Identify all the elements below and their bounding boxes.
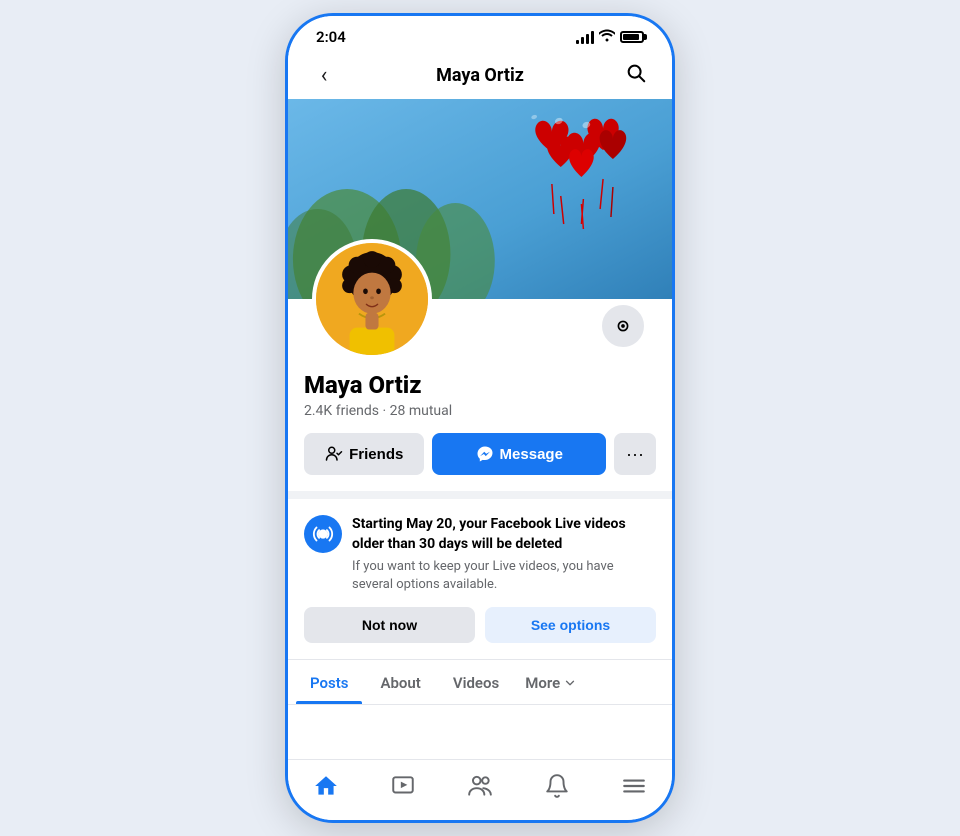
notification-content: Starting May 20, your Facebook Live vide… [352,515,656,595]
nav-notifications[interactable] [531,768,583,804]
nav-menu[interactable] [608,768,660,804]
notification-title: Starting May 20, your Facebook Live vide… [352,515,656,554]
see-options-button[interactable]: See options [485,607,656,643]
nav-home[interactable] [300,768,352,804]
notification-actions: Not now See options [304,607,656,643]
profile-section: Maya Ortiz 2.4K friends · 28 mutual Frie… [288,299,672,491]
nav-watch[interactable] [377,768,429,804]
tab-videos[interactable]: Videos [439,660,513,704]
message-button[interactable]: Message [432,433,606,475]
menu-icon [621,773,647,799]
notification-header: Starting May 20, your Facebook Live vide… [304,515,656,595]
notification-banner: Starting May 20, your Facebook Live vide… [288,499,672,660]
avatar-image [312,239,432,359]
watch-icon [390,773,416,799]
status-time: 2:04 [316,28,346,46]
not-now-button[interactable]: Not now [304,607,475,643]
friends-count: 2.4K [304,403,332,419]
nav-bar: ‹ Maya Ortiz [288,54,672,99]
tab-more[interactable]: More [517,660,585,704]
bottom-nav [288,759,672,820]
status-bar: 2:04 [288,16,672,54]
battery-icon [620,31,644,43]
back-button[interactable]: ‹ [308,63,340,88]
action-buttons: Friends Message ··· [304,433,656,475]
status-icons [576,28,644,46]
phone-frame: 2:04 ‹ Maya Ortiz [285,13,675,823]
friends-button[interactable]: Friends [304,433,424,475]
live-video-icon [304,515,342,553]
bell-icon [544,773,570,799]
search-button[interactable] [620,62,652,89]
add-to-story-btn [600,303,646,349]
section-divider [288,491,672,499]
profile-tabs: Posts About Videos More [288,660,672,705]
home-icon [313,773,339,799]
mutual-count: 28 [390,403,406,419]
wifi-icon [599,28,615,46]
tab-posts[interactable]: Posts [296,660,362,704]
chevron-down-icon [563,676,577,690]
signal-icon [576,30,594,44]
content-area: Maya Ortiz 2.4K friends · 28 mutual Frie… [288,99,672,759]
tab-about[interactable]: About [366,660,434,704]
friends-nav-icon [467,773,493,799]
profile-stats: 2.4K friends · 28 mutual [304,403,656,419]
profile-avatar [312,239,432,359]
more-button[interactable]: ··· [614,433,656,475]
messenger-icon [476,445,494,463]
friends-icon [325,445,343,463]
notification-body: If you want to keep your Live videos, yo… [352,558,656,594]
profile-name: Maya Ortiz [304,371,656,399]
nav-profile[interactable] [454,768,506,804]
page-title: Maya Ortiz [340,65,620,86]
